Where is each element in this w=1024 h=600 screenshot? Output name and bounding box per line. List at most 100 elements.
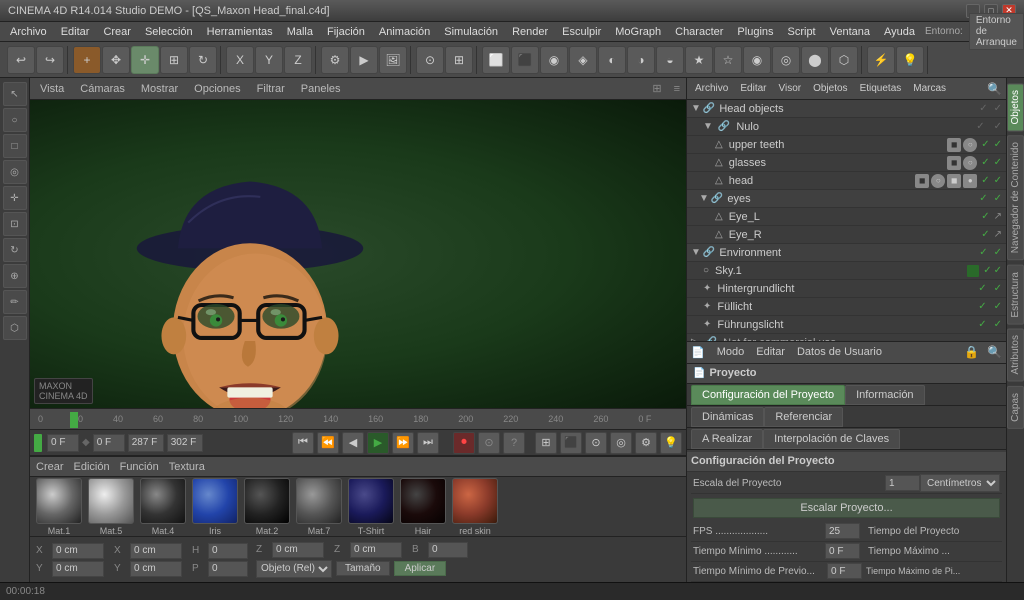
frame-max-input[interactable] [167,434,203,452]
menu-ventana[interactable]: Ventana [824,24,876,40]
viewport[interactable]: MAXONCINEMA 4D [30,100,686,408]
view12-button[interactable]: ⬤ [801,46,829,74]
obj-search-icon[interactable]: 🔍 [987,82,1002,96]
attr-editar[interactable]: Editar [752,345,789,359]
scale-button[interactable]: ⊞ [160,46,188,74]
menu-archivo[interactable]: Archivo [4,24,53,40]
side-tab-capas[interactable]: Capas [1007,386,1024,429]
h-input[interactable] [208,543,248,559]
poly-tool-button[interactable]: ⬡ [3,316,27,340]
tab-referenciar[interactable]: Referenciar [764,407,843,427]
step-forward-button[interactable]: ⏩ [392,432,414,454]
timeline-mode1-button[interactable]: ⊞ [535,432,557,454]
coord-x-button[interactable]: X [226,46,254,74]
misc2-button[interactable]: 💡 [896,46,924,74]
side-tab-navegador[interactable]: Navegador de Contenido [1007,135,1024,260]
play-back-button[interactable]: ◀ [342,432,364,454]
obj-toolbar-visor[interactable]: Visor [774,82,805,95]
undo-button[interactable]: ↩ [7,46,35,74]
tab-opciones[interactable]: Opciones [190,81,244,97]
tab-funcion[interactable]: Función [120,461,159,473]
obj-upper-teeth[interactable]: △ upper teeth ◼ ○ ✓ ✓ [687,136,1006,154]
apply-button[interactable]: Aplicar [394,561,447,576]
redo-button[interactable]: ↪ [36,46,64,74]
material-mat7[interactable]: Mat.7 [296,478,342,536]
timeline-mode3-button[interactable]: ⊙ [585,432,607,454]
timeline-mode4-button[interactable]: ◎ [610,432,632,454]
menu-render[interactable]: Render [506,24,554,40]
attr-search-icon[interactable]: 🔍 [987,345,1002,359]
goto-end-button[interactable]: ⏭ [417,432,439,454]
y-pos-input[interactable] [52,561,104,577]
material-mat1[interactable]: Mat.1 [36,478,82,536]
escala-input[interactable] [885,475,920,491]
tiempo-previo-input[interactable] [827,563,862,579]
view3-button[interactable]: ◉ [540,46,568,74]
rect-select-button[interactable]: □ [3,134,27,158]
viewport-expand-button[interactable]: ⊞ [652,82,661,95]
live-select-button[interactable]: ◎ [3,160,27,184]
view11-button[interactable]: ◎ [772,46,800,74]
side-tab-objetos[interactable]: Objetos [1007,83,1024,131]
auto-key-button[interactable]: ⊙ [478,432,500,454]
material-tshirt[interactable]: T-Shirt [348,478,394,536]
tab-mostrar[interactable]: Mostrar [137,81,182,97]
obj-toolbar-objetos[interactable]: Objetos [809,82,851,95]
view4-button[interactable]: ◈ [569,46,597,74]
material-red-skin[interactable]: red skin [452,478,498,536]
tab-dinamicas[interactable]: Dinámicas [691,407,764,427]
view5-button[interactable]: ◐ [598,46,626,74]
obj-toolbar-editar[interactable]: Editar [736,82,770,95]
z-rot-input[interactable] [350,542,402,558]
view8-button[interactable]: ★ [685,46,713,74]
view13-button[interactable]: ⬡ [830,46,858,74]
attr-lock-icon[interactable]: 🔒 [964,345,979,359]
frame-current-input[interactable] [93,434,125,452]
tiempo-min-input[interactable] [825,543,860,559]
object-type-select[interactable]: Objeto (Rel) [256,560,332,578]
tool1-button[interactable]: ✥ [102,46,130,74]
obj-toolbar-marcas[interactable]: Marcas [909,82,950,95]
render-view-button[interactable]: 🖼 [379,46,407,74]
material-mat4[interactable]: Mat.4 [140,478,186,536]
timeline-cursor[interactable] [70,412,78,428]
timeline-mode6-button[interactable]: 💡 [660,432,682,454]
tab-configuracion[interactable]: Configuración del Proyecto [691,385,845,405]
render-settings-button[interactable]: ⚙ [321,46,349,74]
side-tab-atributos[interactable]: Atributos [1007,328,1024,381]
menu-editar[interactable]: Editar [55,24,96,40]
rotate-button[interactable]: ↻ [189,46,217,74]
x-rot-input[interactable] [130,543,182,559]
key-all-button[interactable]: ? [503,432,525,454]
tab-camaras[interactable]: Cámaras [76,81,129,97]
obj-toolbar-archivo[interactable]: Archivo [691,82,732,95]
obj-fuhrungslicht[interactable]: ✦ Führungslicht ✓ ✓ [687,316,1006,334]
tab-realizar[interactable]: A Realizar [691,429,763,449]
obj-eye-r[interactable]: △ Eye_R ✓ ↗ [687,226,1006,244]
menu-character[interactable]: Character [669,24,729,40]
grid-button[interactable]: ⊞ [445,46,473,74]
play-button[interactable]: ▶ [367,432,389,454]
tab-textura[interactable]: Textura [169,461,205,473]
menu-mograph[interactable]: MoGraph [609,24,667,40]
goto-start-button[interactable]: ⏮ [292,432,314,454]
menu-herramientas[interactable]: Herramientas [201,24,279,40]
material-iris[interactable]: Iris [192,478,238,536]
rotate-tool-button[interactable]: ↻ [3,238,27,262]
view1-button[interactable]: ⬜ [482,46,510,74]
render-button[interactable]: ▶ [350,46,378,74]
group-eyes[interactable]: ▼ 🔗 eyes ✓ ✓ [687,190,1006,208]
menu-animacion[interactable]: Animación [373,24,436,40]
view10-button[interactable]: ◉ [743,46,771,74]
b-input[interactable] [428,542,468,558]
fps-input[interactable] [825,523,860,539]
obj-head[interactable]: △ head ◼ ○ ◼ ● ✓ ✓ [687,172,1006,190]
misc1-button[interactable]: ⚡ [867,46,895,74]
select-tool-button[interactable]: ↖ [3,82,27,106]
spline-tool-button[interactable]: ✏ [3,290,27,314]
tab-interpolacion[interactable]: Interpolación de Claves [763,429,900,449]
add-object-button[interactable]: + [73,46,101,74]
coord-z-button[interactable]: Z [284,46,312,74]
tab-vista[interactable]: Vista [36,81,68,97]
timeline-ruler[interactable]: 0 20 40 60 80 100 120 140 160 180 200 22… [30,408,686,430]
